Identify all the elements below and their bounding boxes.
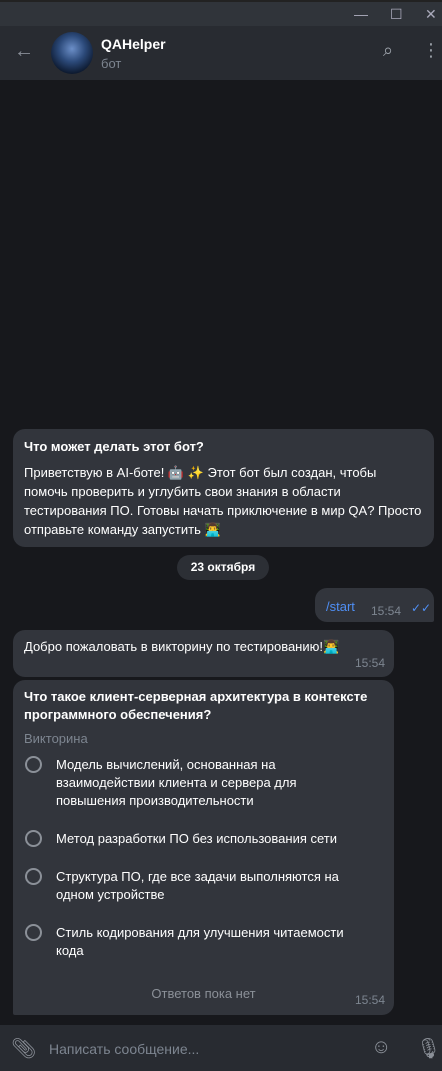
quiz-results-status: Ответов пока нет	[151, 986, 256, 1001]
maximize-button[interactable]: ☐	[390, 6, 403, 23]
message-input[interactable]: Написать сообщение...	[49, 1041, 199, 1057]
bot-description-title: Что может делать этот бот?	[24, 439, 204, 454]
radio-icon[interactable]	[25, 756, 42, 773]
chat-header: ← QAHelper бот ⌕ ⋮	[0, 26, 442, 80]
paperclip-icon[interactable]: 📎︎	[11, 1036, 36, 1061]
microphone-icon[interactable]: 🎙︎	[416, 1036, 441, 1061]
message-time: 15:54	[354, 993, 385, 1007]
more-vertical-icon[interactable]: ⋮	[422, 40, 440, 61]
bot-description: Что может делать этот бот? Приветствую в…	[13, 429, 434, 547]
composer: 📎︎ Написать сообщение... ☺ 🎙︎	[0, 1025, 442, 1071]
quiz-message: Что такое клиент-серверная архитектура в…	[13, 680, 394, 1015]
avatar[interactable]	[51, 32, 93, 74]
close-button[interactable]: ✕	[425, 6, 437, 23]
quiz-option[interactable]: Модель вычислений, основанная на взаимод…	[25, 756, 365, 810]
outgoing-message: /start 15:54 ✓✓	[315, 588, 434, 622]
chat-title[interactable]: QAHelper	[101, 36, 166, 52]
quiz-option[interactable]: Стиль кодирования для улучшения читаемос…	[25, 924, 365, 960]
command-link[interactable]: /start	[326, 597, 355, 616]
message-time: 15:54	[354, 656, 385, 670]
chat-subtitle: бот	[101, 56, 122, 71]
bot-description-text: Приветствую в AI-боте! 🤖 ✨ Этот бот был …	[24, 465, 422, 537]
message-text: Добро пожаловать в викторину по тестиров…	[24, 639, 340, 654]
quiz-question: Что такое клиент-серверная архитектура в…	[24, 689, 368, 722]
quiz-option[interactable]: Структура ПО, где все задачи выполняются…	[25, 868, 365, 904]
date-separator: 23 октября	[177, 555, 269, 580]
emoji-icon[interactable]: ☺	[371, 1036, 391, 1059]
radio-icon[interactable]	[25, 868, 42, 885]
message-time: 15:54	[371, 604, 402, 618]
incoming-message: Добро пожаловать в викторину по тестиров…	[13, 630, 394, 677]
search-icon[interactable]: ⌕	[383, 40, 393, 61]
back-arrow-icon[interactable]: ←	[14, 40, 34, 63]
radio-icon[interactable]	[25, 830, 42, 847]
minimize-button[interactable]: —	[354, 6, 368, 22]
quiz-type: Викторина	[24, 731, 88, 746]
quiz-option[interactable]: Метод разработки ПО без использования се…	[25, 830, 365, 848]
radio-icon[interactable]	[25, 924, 42, 941]
window-titlebar: — ☐ ✕	[0, 0, 442, 26]
double-check-icon: ✓✓	[411, 601, 432, 615]
